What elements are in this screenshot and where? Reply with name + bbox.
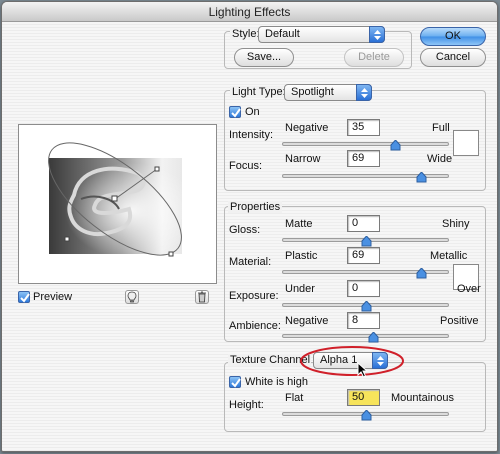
save-button[interactable]: Save... (234, 48, 294, 67)
preview-checkbox[interactable] (18, 291, 30, 303)
focus-input[interactable]: 69 (347, 150, 380, 167)
height-input[interactable]: 50 (347, 389, 380, 406)
white-is-high-label: White is high (245, 376, 308, 388)
dropdown-arrows-icon (356, 84, 372, 101)
delete-button[interactable]: Delete (344, 48, 404, 67)
white-is-high-checkbox[interactable] (229, 376, 241, 388)
style-label: Style: (230, 28, 262, 40)
exposure-label: Exposure: (229, 290, 279, 302)
gloss-slider-thumb[interactable] (361, 236, 372, 247)
focus-label: Focus: (229, 160, 263, 172)
gloss-right-label: Shiny (442, 218, 470, 230)
ambience-input[interactable]: 8 (347, 312, 380, 329)
ambience-slider-thumb[interactable] (368, 332, 379, 343)
exposure-left-label: Under (285, 283, 315, 295)
intensity-slider-thumb[interactable] (390, 140, 401, 151)
intensity-input[interactable]: 35 (347, 119, 380, 136)
material-right-label: Metallic (430, 250, 468, 262)
highlight-circle (300, 346, 404, 376)
intensity-label: Intensity: (229, 129, 274, 141)
mouse-cursor-icon (357, 362, 369, 378)
preview-label: Preview (33, 291, 73, 303)
on-label: On (245, 106, 260, 118)
dropdown-arrows-icon (369, 26, 385, 43)
cancel-button[interactable]: Cancel (420, 48, 486, 67)
light-type-value: Spotlight (291, 86, 334, 98)
light-type-label: Light Type: (230, 86, 288, 98)
on-checkbox[interactable] (229, 106, 241, 118)
height-slider-thumb[interactable] (361, 410, 372, 421)
style-dropdown[interactable]: Default (258, 26, 385, 43)
light-type-dropdown[interactable]: Spotlight (284, 84, 372, 101)
delete-light-trash-icon[interactable] (195, 290, 209, 304)
preview-image (48, 142, 182, 257)
preview-canvas[interactable] (18, 124, 217, 284)
gloss-input[interactable]: 0 (347, 215, 380, 232)
material-label: Material: (229, 256, 272, 268)
height-right-label: Mountainous (391, 392, 454, 404)
ambience-slider-track[interactable] (282, 334, 449, 338)
new-light-icon[interactable] (125, 290, 139, 304)
properties-heading: Properties (228, 201, 283, 213)
gloss-left-label: Matte (285, 218, 313, 230)
material-left-label: Plastic (285, 250, 318, 262)
ambience-right-label: Positive (440, 315, 479, 327)
ok-button[interactable]: OK (420, 27, 486, 46)
focus-right-label: Wide (427, 153, 453, 165)
light-color-swatch[interactable] (453, 130, 479, 156)
intensity-right-label: Full (432, 122, 450, 134)
gloss-label: Gloss: (229, 224, 261, 236)
lighting-effects-dialog: Lighting Effects Style: Default Save... … (1, 1, 498, 452)
material-slider-thumb[interactable] (416, 268, 427, 279)
height-left-label: Flat (285, 392, 304, 404)
intensity-left-label: Negative (285, 122, 329, 134)
exposure-slider-thumb[interactable] (361, 301, 372, 312)
material-input[interactable]: 69 (347, 247, 380, 264)
exposure-right-label: Over (457, 283, 481, 295)
focus-left-label: Narrow (285, 153, 321, 165)
window-title: Lighting Effects (2, 2, 497, 22)
exposure-input[interactable]: 0 (347, 280, 380, 297)
intensity-slider-track[interactable] (282, 142, 449, 146)
height-label: Height: (229, 399, 264, 411)
focus-slider-thumb[interactable] (416, 172, 427, 183)
style-dropdown-value: Default (265, 28, 300, 40)
ambience-label: Ambience: (229, 320, 281, 332)
ambience-left-label: Negative (285, 315, 329, 327)
